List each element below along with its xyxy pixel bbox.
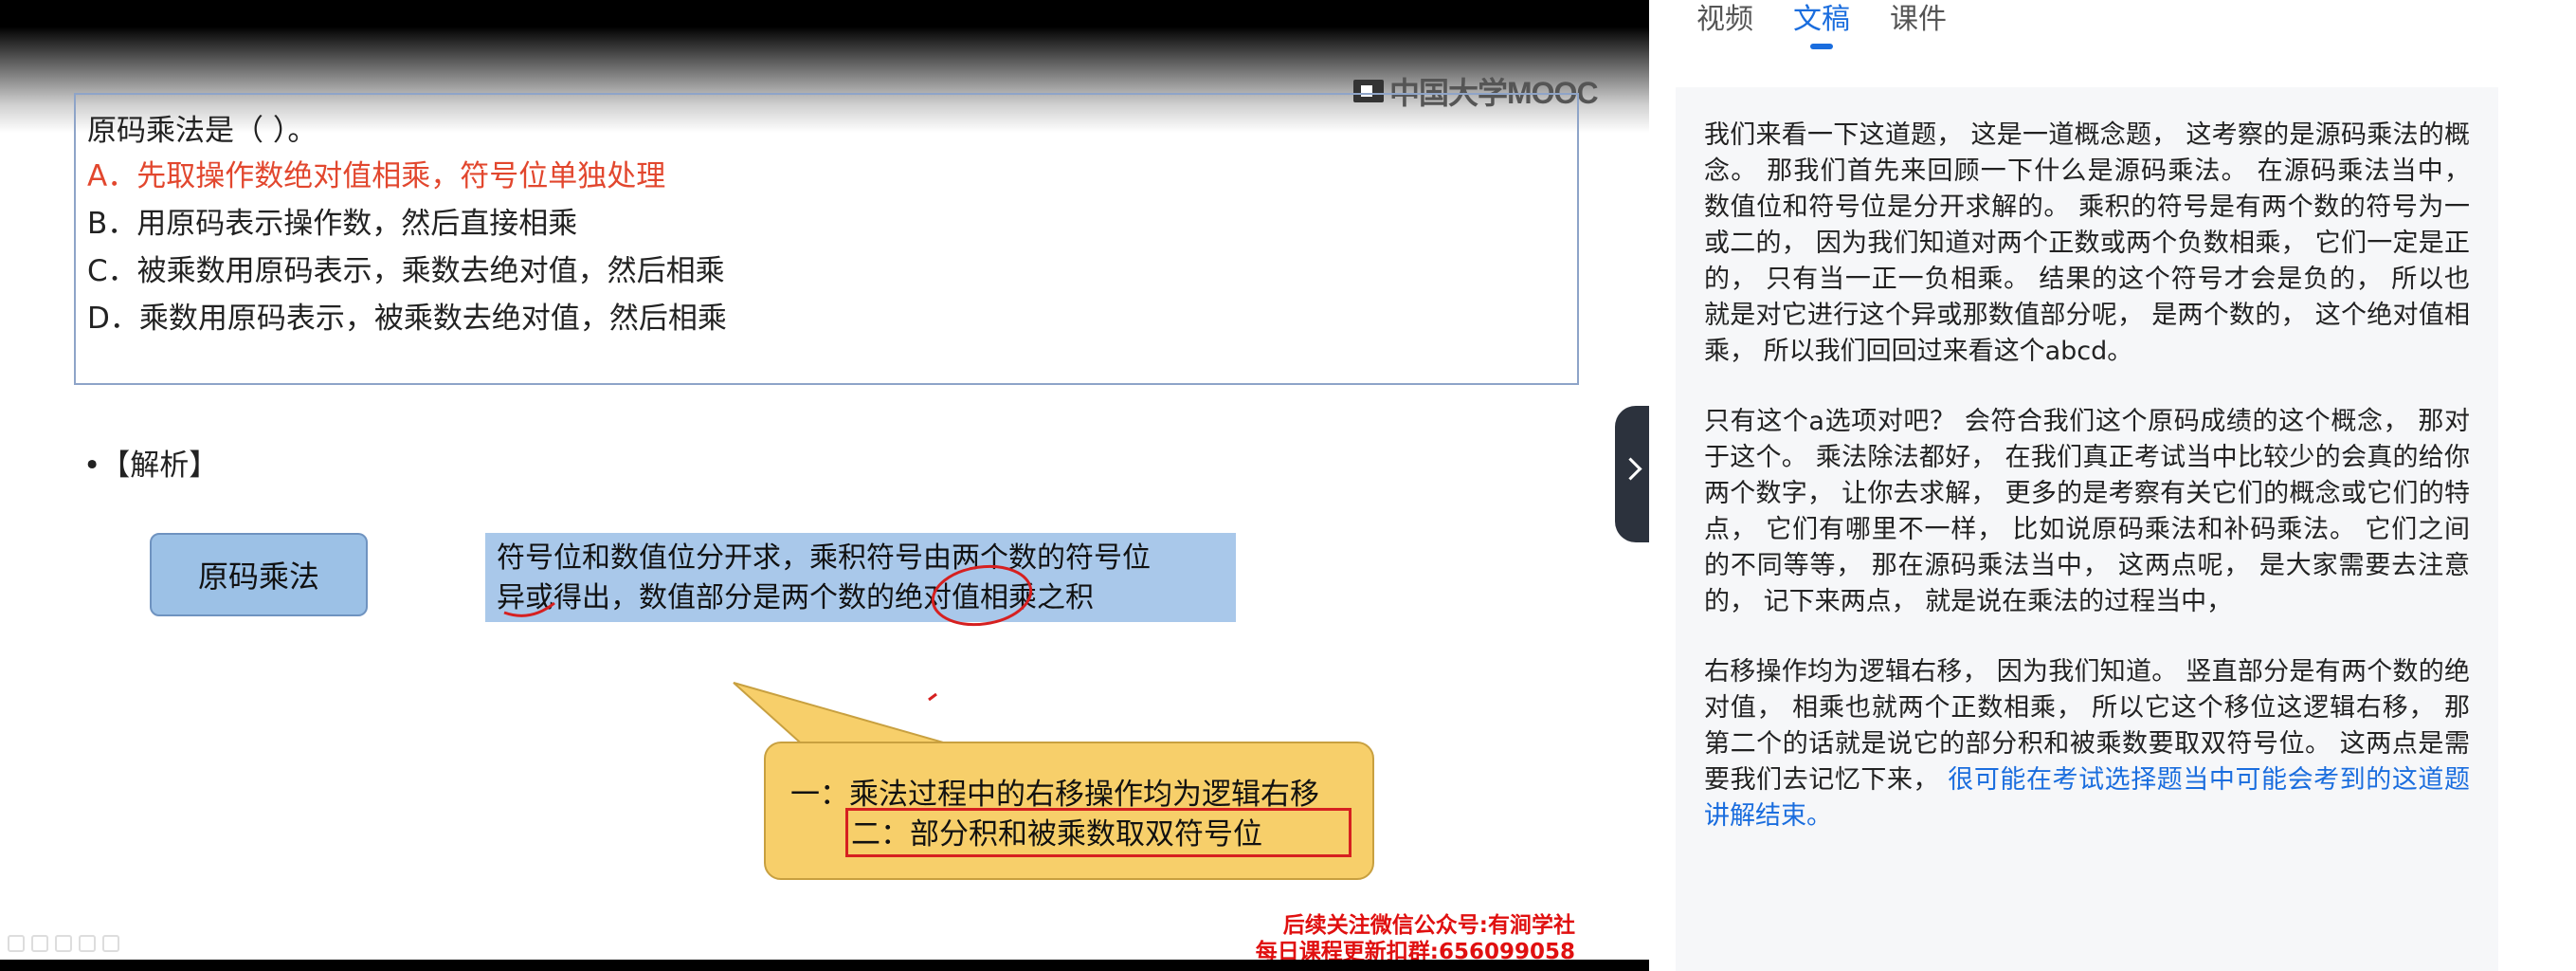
collapse-panel-button[interactable]	[1615, 406, 1649, 542]
option-b: B．用原码表示操作数，然后直接相乘	[87, 207, 578, 241]
explanation-line-1: 符号位和数值位分开求，乘积符号由两个数的符号位	[497, 541, 1151, 575]
option-d: D．乘数用原码表示，被乘数去绝对值，然后相乘	[87, 302, 727, 336]
concept-box: 原码乘法	[150, 533, 368, 616]
pen-icon[interactable]	[8, 935, 25, 952]
transcript-paragraph-1[interactable]: 我们来看一下这道题， 这是一道概念题， 这考察的是源码乘法的概念。 那我们首先来…	[1704, 118, 2470, 370]
analysis-label: •【解析】	[83, 449, 219, 483]
concept-label: 原码乘法	[197, 559, 319, 595]
tab-video[interactable]: 视频	[1696, 0, 1753, 57]
tab-courseware[interactable]: 课件	[1890, 0, 1947, 57]
transcript-paragraph-3[interactable]: 右移操作均为逻辑右移， 因为我们知道。 竖直部分是有两个数的绝对值， 相乘也就两…	[1704, 654, 2470, 834]
chevron-right-icon	[1619, 457, 1642, 481]
option-c: C．被乘数用原码表示，乘数去绝对值，然后相乘	[87, 254, 725, 288]
transcript-paragraph-2[interactable]: 只有这个a选项对吧？ 会符合我们这个原码成绩的这个概念， 那对于这个。 乘法除法…	[1704, 404, 2470, 620]
eraser-icon[interactable]	[55, 935, 72, 952]
video-player[interactable]: 中国大学MOOC 原码乘法是（ ）。 A．先取操作数绝对值相乘，符号位单独处理 …	[0, 0, 1649, 971]
pointer-icon[interactable]	[79, 935, 96, 952]
slide-toolbar	[8, 935, 119, 952]
transcript-panel[interactable]: 我们来看一下这道题， 这是一道概念题， 这考察的是源码乘法的概念。 那我们首先来…	[1676, 87, 2498, 971]
screen-icon[interactable]	[102, 935, 119, 952]
highlight-icon[interactable]	[31, 935, 48, 952]
explanation-box: 符号位和数值位分开求，乘积符号由两个数的符号位 异或得出，数值部分是两个数的绝对…	[485, 533, 1236, 622]
callout-line-2: 二：部分积和被乘数取双符号位	[851, 817, 1262, 852]
explanation-line-2: 异或得出，数值部分是两个数的绝对值相乘之积	[497, 581, 1094, 614]
option-a: A．先取操作数绝对值相乘，符号位单独处理	[87, 159, 666, 193]
callout-line-1: 一：乘法过程中的右移操作均为逻辑右移	[790, 778, 1319, 812]
video-bottom-bar	[0, 960, 1649, 971]
tab-transcript[interactable]: 文稿	[1793, 0, 1850, 57]
question-text: 原码乘法是（ ）。	[87, 114, 317, 148]
panel-tabs: 视频 文稿 课件	[1696, 0, 1947, 57]
